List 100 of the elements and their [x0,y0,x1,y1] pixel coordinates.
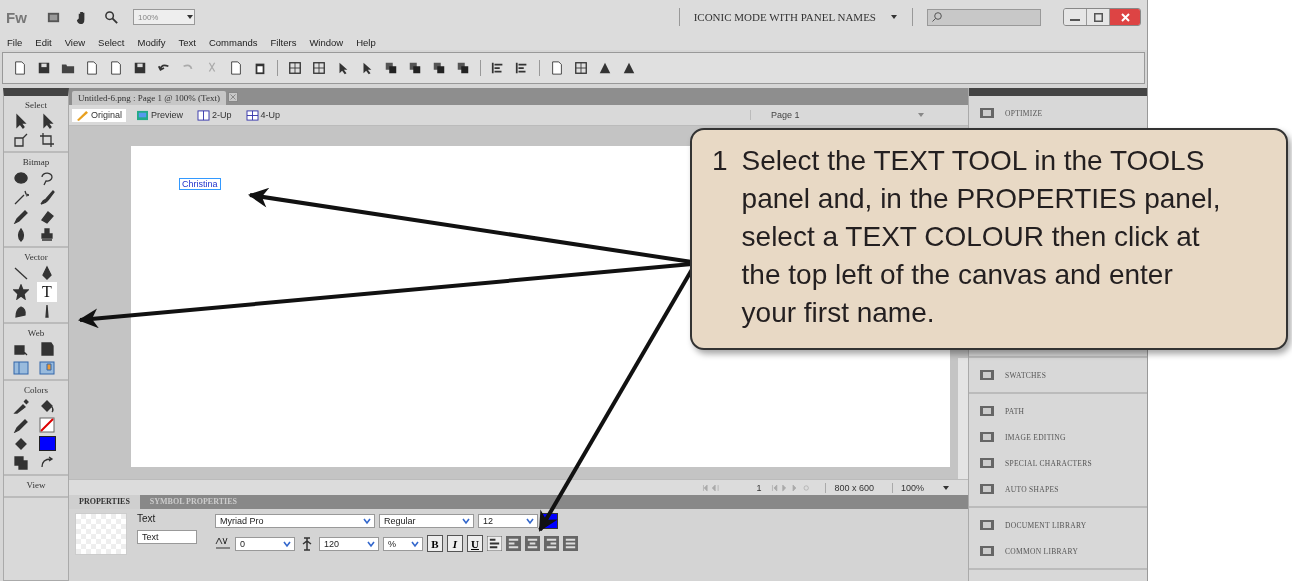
floppy-icon[interactable] [133,61,147,75]
page-icon[interactable] [13,61,27,75]
stamp-icon[interactable] [39,227,55,243]
format-button[interactable]: U [467,535,483,552]
menu-item[interactable]: Window [309,36,344,48]
font-dropdown[interactable]: Myriad Pro [215,514,375,528]
bucket-icon[interactable] [39,398,55,414]
maximize-icon [1093,12,1103,22]
paste-icon[interactable] [253,61,267,75]
stack-icon[interactable] [384,61,398,75]
font-size-field[interactable]: 12 [478,514,538,528]
close-button[interactable] [1110,9,1140,25]
default-colors-icon[interactable] [13,455,29,471]
selected-text-object[interactable]: Christina [179,178,221,190]
fill-color-swatch[interactable] [39,436,56,451]
panel-icon [979,482,995,496]
page-icon[interactable] [229,61,243,75]
menu-item[interactable]: Commands [208,36,258,48]
search-icon[interactable] [104,9,119,25]
split-view-icon [197,109,211,121]
menu-item[interactable]: Edit [35,36,52,48]
align-icon[interactable] [525,536,540,551]
view-tab[interactable]: Preview [132,108,188,122]
workspace-switcher[interactable]: ICONIC MODE WITH PANEL NAMES [693,11,876,23]
object-name-field[interactable]: Text [137,530,197,544]
stack-icon[interactable] [432,61,446,75]
page-dropdown[interactable]: Page 1 [750,110,911,120]
panel-icon [979,404,995,418]
align-icon[interactable] [491,61,505,75]
search-icon [931,11,943,23]
antialias-icon[interactable] [487,536,502,551]
align-icon[interactable] [515,61,529,75]
page-icon[interactable] [85,61,99,75]
format-button[interactable]: B [427,535,443,552]
grid-icon[interactable] [312,61,326,75]
page-icon[interactable] [550,61,564,75]
eyedropper-icon[interactable] [13,398,29,414]
panel-icon [979,544,995,558]
arrow-pointer-icon[interactable] [13,113,29,129]
menu-item[interactable]: Filters [270,36,297,48]
floppy-icon[interactable] [37,61,51,75]
zoom-level-dropdown[interactable]: 100% [891,482,932,493]
stack-icon[interactable] [456,61,470,75]
stack-icon[interactable] [408,61,422,75]
wand-icon[interactable] [13,189,29,205]
grid-view-icon [245,109,259,121]
menu-item[interactable]: View [64,36,86,48]
slice-toggle-icon[interactable] [39,360,55,376]
instruction-text: Select the TEXT TOOL in the TOOLS panel and, in the PROPERTIES panel, select a TEXT COLOUR then click at the top left of the canvas and enter your first name. [741,144,1222,330]
align-icon[interactable] [544,536,559,551]
pencil-icon [76,109,89,121]
scale-icon[interactable] [13,132,29,148]
view-tab[interactable]: 4-Up [241,108,285,122]
pencil-icon[interactable] [13,417,29,433]
close-icon [1120,12,1130,22]
star-icon[interactable] [13,284,29,300]
dropdown-arrow-icon[interactable] [890,13,898,21]
panel-icon [979,430,995,444]
align-icon[interactable] [563,536,578,551]
font-style-dropdown[interactable]: Regular [379,514,474,528]
crop-icon[interactable] [39,132,55,148]
leading-unit-dropdown[interactable]: % [383,536,423,551]
vertical-scrollbar[interactable] [958,358,968,479]
menu-item[interactable]: Text [178,36,196,48]
slice-toggle-icon[interactable] [13,360,29,376]
menu-item[interactable]: Modify [137,36,166,48]
brush-icon[interactable] [39,189,55,205]
search-field[interactable] [927,8,1041,26]
bucket-icon[interactable] [13,436,29,452]
dropdown-arrow-icon[interactable] [942,483,950,492]
menu-item[interactable]: Help [356,36,376,48]
tool-section-label: Web [27,328,45,338]
menu-item[interactable]: File [7,36,23,48]
no-stroke-icon[interactable] [39,417,55,433]
frame-number: 1 [756,482,762,493]
grid-icon[interactable] [574,61,588,75]
grid-icon[interactable] [288,61,302,75]
leading-field[interactable]: 120 [319,536,379,551]
line-icon[interactable] [13,265,29,281]
panel-icon [979,368,995,382]
view-tab[interactable]: 2-Up [193,108,236,122]
format-button[interactable]: I [447,535,463,552]
align-icon[interactable] [506,536,521,551]
text-tool[interactable]: T [39,284,55,300]
dropdown-arrow-icon [186,13,194,21]
maximize-button[interactable] [1087,9,1110,25]
minimize-icon [1070,19,1080,21]
page-icon[interactable] [109,61,123,75]
kerning-field[interactable]: 0 [235,536,295,551]
document-tab[interactable]: Untitled-6.png : Page 1 @ 100% (Text) [72,91,226,105]
menu-item[interactable]: Select [98,36,125,48]
lasso-icon[interactable] [39,170,55,186]
canvas-size[interactable]: 800 x 600 [825,482,882,493]
minimize-button[interactable] [1064,9,1087,25]
panel-tab[interactable]: PROPERTIES [69,495,140,509]
step-number: 1 [712,144,728,178]
tool-section-label: Select [25,100,47,110]
slice-icon[interactable] [39,341,55,357]
view-tab[interactable]: Original [72,108,126,122]
pencil-icon[interactable] [13,208,29,224]
